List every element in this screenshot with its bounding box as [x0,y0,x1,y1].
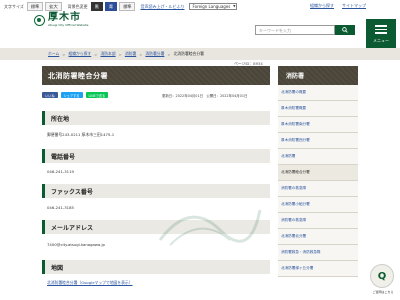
breadcrumb-item[interactable]: 消防署 [125,51,136,57]
contrast-black-button[interactable]: 黒 [90,2,103,11]
section-heading: 所在地 [42,111,270,125]
contrast-blue-button[interactable]: 青 [104,2,118,11]
sidebar-item[interactable]: 北消防署 [278,149,358,165]
hamburger-icon [375,25,387,34]
contrast-standard-button[interactable]: 標準 [119,2,136,11]
section-heading: 地図 [42,260,270,274]
question-icon: Q [370,264,394,288]
sidebar-item[interactable]: 消防署の救急隊 [278,213,358,229]
section-body: 046-241-3119 [47,169,74,174]
main-content: 北消防署睦合分署 いいね シェアする LINEで送る 更新日：2022年04月0… [42,66,270,285]
org-search-link[interactable]: 組織から探す [310,3,334,9]
search-icon [342,27,348,33]
search-button[interactable] [335,25,355,35]
city-emblem-icon [34,14,45,26]
map-link[interactable]: 北消防署睦合分署（Googleマップで地図を表示） [47,280,133,286]
update-dates: 更新日：2022年04月01日 公開日：2022年04月01日 [162,94,248,98]
breadcrumb-home[interactable]: ホーム [48,51,59,57]
logo-title: 厚木市 [48,12,81,23]
breadcrumb-item[interactable]: 消防署分署 [145,51,164,57]
sidebar-item[interactable]: 消防署救急・消防救急隊 [278,245,358,261]
sidebar: 消防署 北消防署の概要 厚木消防署概要 厚木消防署南分署 厚木消防署西分署 北消… [278,66,358,277]
sidebar-item[interactable]: 厚木消防署概要 [278,101,358,117]
breadcrumb: ホーム > 組織から探す > 消防本部 > 消防署 > 消防署分署 > 北消防署… [0,48,400,60]
sidebar-item[interactable]: 北消防署北分署 [278,229,358,245]
facebook-like-button[interactable]: いいね [42,92,58,98]
sidebar-item[interactable]: 厚木消防署南分署 [278,117,358,133]
site-logo[interactable]: 厚木市 Atsugi City Official Website [34,13,89,27]
sidebar-item[interactable]: 北消防署小鮎分署 [278,197,358,213]
breadcrumb-current: 北消防署睦合分署 [173,51,204,56]
menu-button[interactable]: メニュー [366,19,396,50]
menu-label: メニュー [373,37,389,43]
breadcrumb-item[interactable]: 組織から探す [68,51,91,57]
section-body: 046-241-3185 [47,205,74,210]
sidebar-heading: 消防署 [278,66,358,85]
read-aloud-link[interactable]: 音声読み上げ・ルビふり [140,4,184,10]
contrast-label: 背景色変更 [67,3,88,9]
font-size-label: 文字サイズ [4,3,24,9]
section-body: 7400@city.atsugi.kanagawa.jp [47,242,105,247]
sidebar-item[interactable]: 消防署の救急隊 [278,181,358,197]
sidebar-item[interactable]: 北消防署緑ヶ丘分署 [278,261,358,277]
share-buttons: いいね シェアする LINEで送る [42,92,109,98]
breadcrumb-item[interactable]: 消防本部 [100,51,115,57]
chat-assistant-button[interactable]: Q ご質問はこちら [368,264,396,298]
font-size-standard-button[interactable]: 標準 [26,2,44,11]
search-input[interactable]: キーワードを入力 [255,25,335,35]
sidebar-item-active[interactable]: 北消防署睦合分署 [278,165,358,181]
font-size-large-button[interactable]: 拡大 [45,2,62,11]
logo-subtitle: Atsugi City Official Website [48,23,89,27]
section-body: 郵便番号243-0211 厚木市三田1475-1 [47,132,115,137]
utility-bar: 文字サイズ 標準 拡大 背景色変更 黒 青 標準 音声読み上げ・ルビふり For… [0,1,238,12]
header-links: 組織から探す サイトマップ [310,3,366,9]
sidebar-item[interactable]: 厚木消防署西分署 [278,133,358,149]
site-header: 文字サイズ 標準 拡大 背景色変更 黒 青 標準 音声読み上げ・ルビふり For… [0,0,400,50]
line-share-button[interactable]: LINEで送る [85,92,109,98]
page-title: 北消防署睦合分署 [42,66,270,85]
share-button[interactable]: シェアする [60,92,83,98]
language-select[interactable]: Foreign Languages [189,3,238,10]
background-decoration [158,209,262,246]
sidebar-item[interactable]: 北消防署の概要 [278,85,358,101]
chat-label: ご質問はこちら [372,290,394,294]
section-heading: 電話番号 [42,149,270,163]
sitemap-link[interactable]: サイトマップ [342,3,366,9]
